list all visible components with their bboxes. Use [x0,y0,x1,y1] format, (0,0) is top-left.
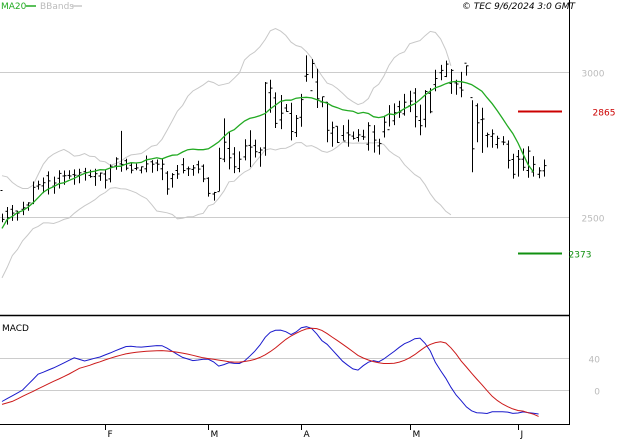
price-bar [165,171,170,195]
price-bar [304,55,309,82]
price-bar [248,130,253,168]
x-tick-label: M [413,430,421,440]
x-tick-label: A [304,430,311,440]
price-bar [273,92,278,128]
price-bar [201,164,206,183]
price-bar [413,88,418,128]
price-bar [351,131,356,140]
price-bar [243,139,248,161]
price-bar [408,90,413,113]
price-bar [186,166,191,176]
price-bar [150,160,155,173]
price-bar [490,129,495,148]
chart-canvas: MA20 BBands © TEC 9/6/2024 3:0 GMT MACD … [0,0,616,440]
support-level-label: 2373 [569,251,592,261]
price-bar [402,93,407,116]
price-bar [310,59,315,92]
price-bar [341,125,346,142]
price-tick-label-3000: 3000 [582,70,605,80]
price-bar [387,105,392,131]
price-bar [222,118,227,163]
price-bar [196,160,201,174]
price-bar [480,107,485,153]
price-bar [232,147,237,174]
price-bar [289,102,294,141]
macd-panel-title: MACD [2,324,29,334]
price-bar [537,167,542,179]
price-bar [475,103,480,143]
x-tick-label: F [108,430,113,440]
price-bar [88,169,93,178]
price-bar [170,173,175,188]
price-bar [464,62,469,76]
macd-tick-label-0: 0 [594,388,600,398]
price-bar [103,169,108,189]
x-tick-label: J [520,430,524,440]
ma20-legend-label: MA20 [1,2,27,12]
price-bar [361,129,366,140]
price-bar [470,97,475,173]
price-bar [418,104,423,136]
price-bar [129,163,134,174]
price-bar [144,155,149,173]
signal-line [1,327,539,417]
bbands-upper-line [1,27,452,189]
price-bar [175,165,180,179]
resistance-level-label: 2865 [593,109,616,119]
price-bar [356,129,361,142]
price-bar [279,95,284,130]
price-bar [294,115,299,137]
price-bar [372,125,377,153]
price-bar [160,159,165,181]
price-bar [542,159,547,177]
price-bar [227,131,232,170]
price-bar [511,153,516,179]
bbands-lower-line [1,141,452,279]
price-bar [191,165,196,176]
price-bar [67,170,72,179]
price-bar [330,121,335,147]
price-bar [181,158,186,174]
price-bar [444,60,449,78]
price-bar [98,172,103,181]
price-bar [506,140,511,169]
bbands-legend-label: BBands [40,2,74,12]
copyright-label: © TEC 9/6/2024 3:0 GMT [462,2,577,12]
price-bar [495,135,500,149]
price-bar [397,100,402,118]
price-bar [36,180,41,190]
price-bar [366,122,371,151]
price-bar [212,191,217,201]
price-bar [253,139,258,158]
price-tick-label-2500: 2500 [582,215,605,225]
price-bar [217,147,222,193]
macd-line [1,326,539,415]
price-bar [46,171,51,195]
price-bar [237,151,242,173]
price-bar [284,104,289,112]
price-bar [315,68,320,108]
price-bar [155,159,160,172]
price-bar [516,150,521,177]
price-bar [57,170,62,189]
price-bar [382,115,387,138]
price-bar [377,138,382,155]
macd-tick-label-40: 40 [589,356,601,366]
price-bar [10,205,15,221]
price-bar [139,166,144,174]
price-bar [335,125,340,143]
price-bar [501,136,506,146]
x-tick-label: M [211,430,219,440]
price-bar [134,163,139,171]
price-bar [485,132,490,148]
price-bar [206,177,211,197]
price-bar [299,93,304,127]
price-bar [531,156,536,177]
price-bar [263,82,268,156]
price-bar [325,101,330,143]
price-bar [459,71,464,98]
